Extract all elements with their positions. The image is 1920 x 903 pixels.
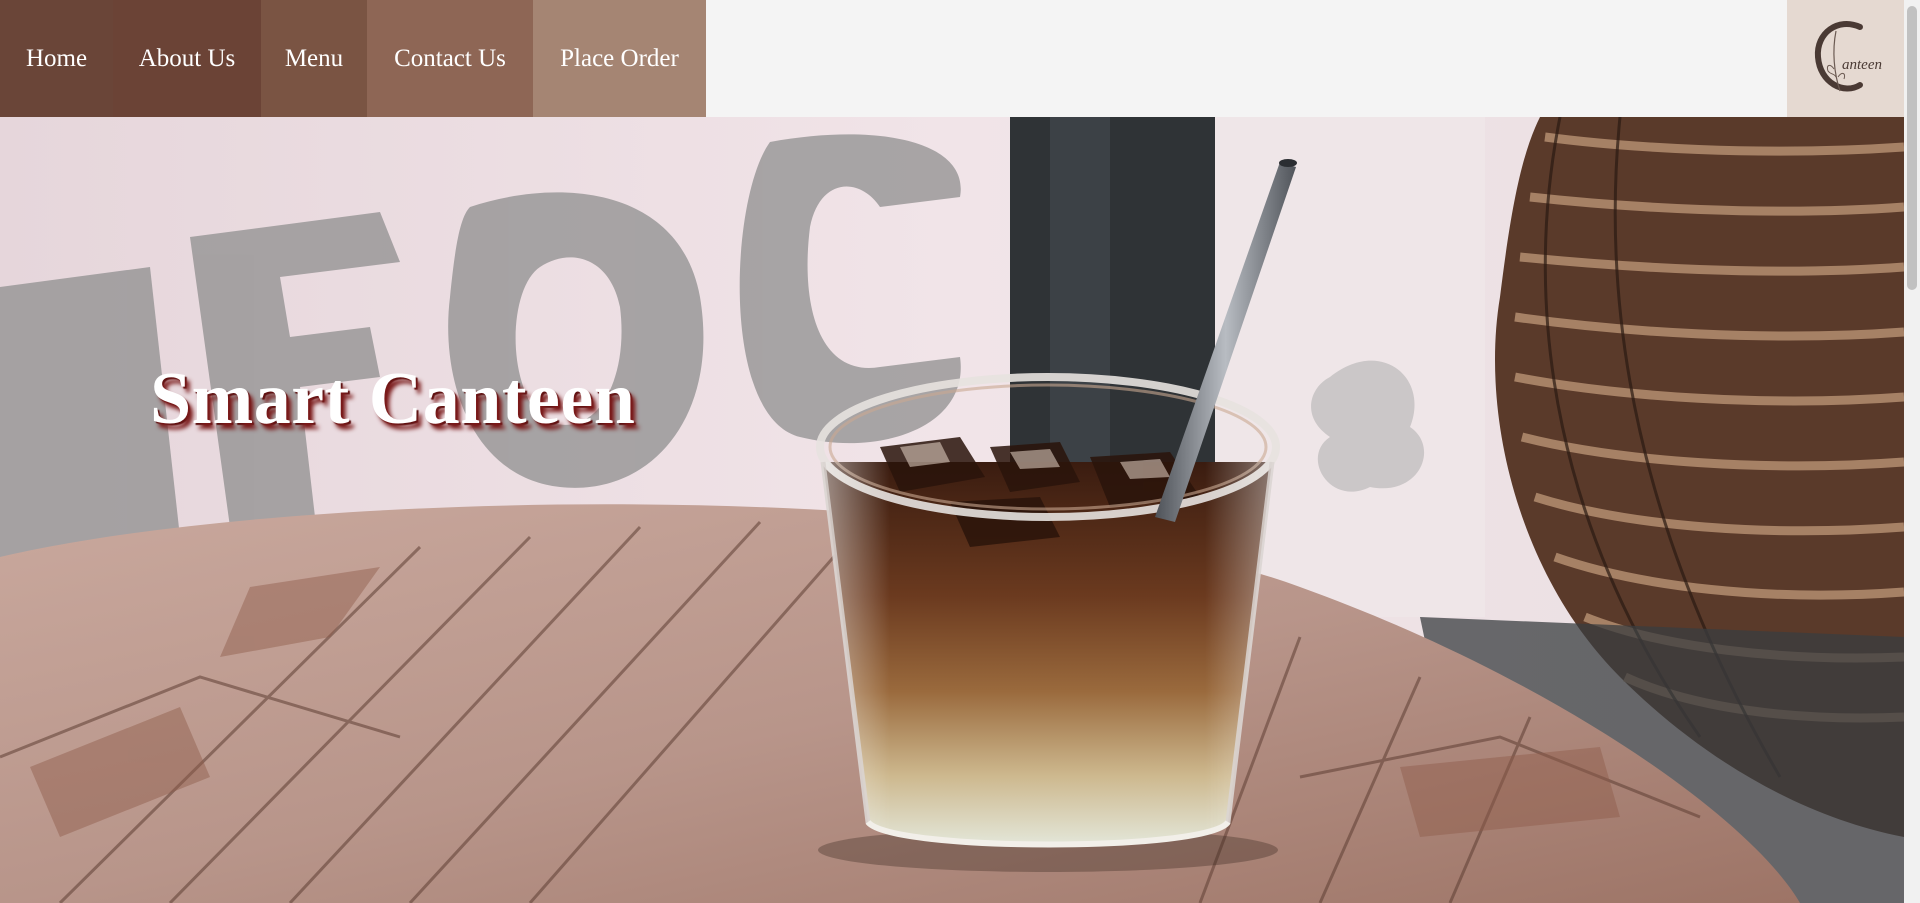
hero: Smart Canteen [0, 117, 1904, 903]
nav-place-order[interactable]: Place Order [533, 0, 706, 117]
page: Home About Us Menu Contact Us Place Orde… [0, 0, 1920, 903]
header: Home About Us Menu Contact Us Place Orde… [0, 0, 1904, 117]
iced-coffee-on-wooden-table-image [0, 117, 1904, 903]
page-scrollbar[interactable] [1904, 0, 1920, 903]
canteen-logo-icon: anteen [1814, 20, 1882, 91]
logo[interactable]: anteen [1787, 0, 1904, 117]
scrollbar-thumb[interactable] [1907, 6, 1917, 290]
hero-title: Smart Canteen [150, 358, 636, 440]
svg-text:anteen: anteen [1842, 57, 1882, 73]
nav-contact-us[interactable]: Contact Us [367, 0, 533, 117]
nav-about-us[interactable]: About Us [113, 0, 261, 117]
main-nav: Home About Us Menu Contact Us Place Orde… [0, 0, 706, 117]
nav-menu[interactable]: Menu [261, 0, 367, 117]
nav-home[interactable]: Home [0, 0, 113, 117]
